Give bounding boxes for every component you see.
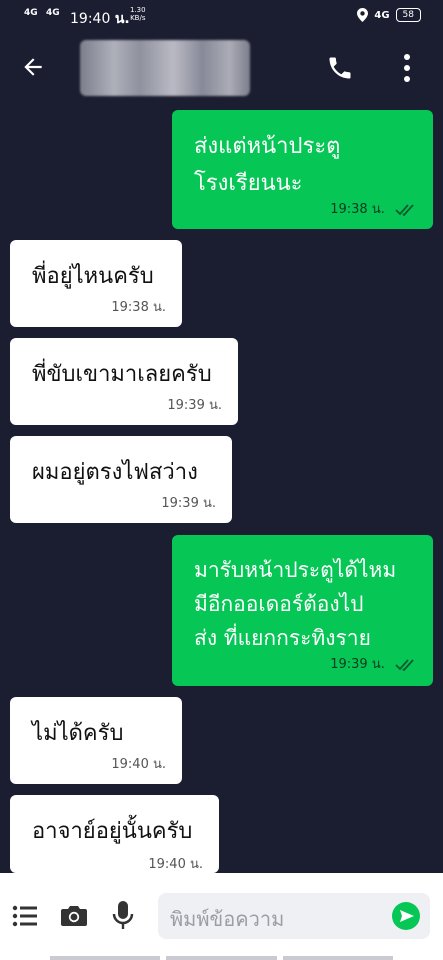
message-bubble-incoming[interactable]: อาจาย์อยู่นั้นครับ 19:40 น. xyxy=(10,795,219,873)
message-bubble-incoming[interactable]: พี่อยู่ไหนครับ 19:38 น. xyxy=(10,240,182,327)
message-time: 19:38 น. xyxy=(111,300,166,315)
message-text: ส่งแต่หน้าประตู โรงเรียนนะ xyxy=(194,134,341,196)
list-menu-icon[interactable] xyxy=(12,904,38,928)
microphone-icon[interactable] xyxy=(112,900,134,930)
send-icon xyxy=(400,910,414,922)
system-nav-bar xyxy=(0,956,443,960)
message-time: 19:39 น. xyxy=(167,398,222,413)
message-time: 19:39 น. xyxy=(330,657,385,672)
message-text: อาจาย์อยู่นั้นครับ xyxy=(32,819,193,844)
message-meta: 19:39 น. xyxy=(330,653,417,674)
message-bubble-outgoing[interactable]: ส่งแต่หน้าประตู โรงเรียนนะ 19:38 น. xyxy=(172,110,433,229)
message-input-placeholder: พิมพ์ข้อความ xyxy=(170,907,285,931)
chat-header xyxy=(0,32,443,104)
message-bubble-incoming[interactable]: พี่ขับเขามาเลยครับ 19:39 น. xyxy=(10,338,238,425)
message-text: ผมอยู่ตรงไฟสว่าง xyxy=(32,460,198,485)
message-bubble-incoming[interactable]: ไม่ได้ครับ 19:40 น. xyxy=(10,697,182,784)
message-text: พี่อยู่ไหนครับ xyxy=(32,264,154,289)
status-bar: 4G 4G 19:40 น. 1.30 KB/s 4G 58 xyxy=(0,0,443,32)
network-type: 4G xyxy=(374,9,390,21)
message-composer: พิมพ์ข้อความ xyxy=(0,873,443,960)
message-text: พี่ขับเขามาเลยครับ xyxy=(32,362,212,387)
signal-strength-1: 4G xyxy=(24,8,38,18)
message-meta: 19:38 น. xyxy=(330,198,417,219)
signal-strength-2: 4G xyxy=(46,8,60,18)
message-bubble-outgoing[interactable]: มารับหน้าประตูได้ไหม มีอีกออเดอร์ต้องไป ส่… xyxy=(172,535,433,686)
message-time: 19:40 น. xyxy=(111,757,166,772)
message-time: 19:40 น. xyxy=(148,857,203,872)
message-text: มารับหน้าประตูได้ไหม มีอีกออเดอร์ต้องไป ส่… xyxy=(194,558,397,650)
location-icon xyxy=(357,8,369,22)
clock: 19:40 น. xyxy=(70,11,130,27)
more-options-icon[interactable] xyxy=(396,52,420,84)
read-check-icon xyxy=(395,203,414,216)
message-time: 19:38 น. xyxy=(330,202,385,217)
contact-name-blurred[interactable] xyxy=(80,40,250,96)
message-input[interactable]: พิมพ์ข้อความ xyxy=(158,893,430,939)
camera-icon[interactable] xyxy=(60,904,88,928)
read-check-icon xyxy=(395,658,414,671)
send-button[interactable] xyxy=(392,902,420,930)
status-right: 4G 58 xyxy=(357,8,421,22)
battery-indicator: 58 xyxy=(395,8,421,22)
back-arrow-icon[interactable] xyxy=(20,54,46,80)
message-bubble-incoming[interactable]: ผมอยู่ตรงไฟสว่าง 19:39 น. xyxy=(10,436,232,523)
message-time: 19:39 น. xyxy=(161,496,216,511)
network-speed: 1.30 KB/s xyxy=(130,6,146,22)
phone-icon[interactable] xyxy=(326,54,354,82)
message-text: ไม่ได้ครับ xyxy=(32,721,124,746)
